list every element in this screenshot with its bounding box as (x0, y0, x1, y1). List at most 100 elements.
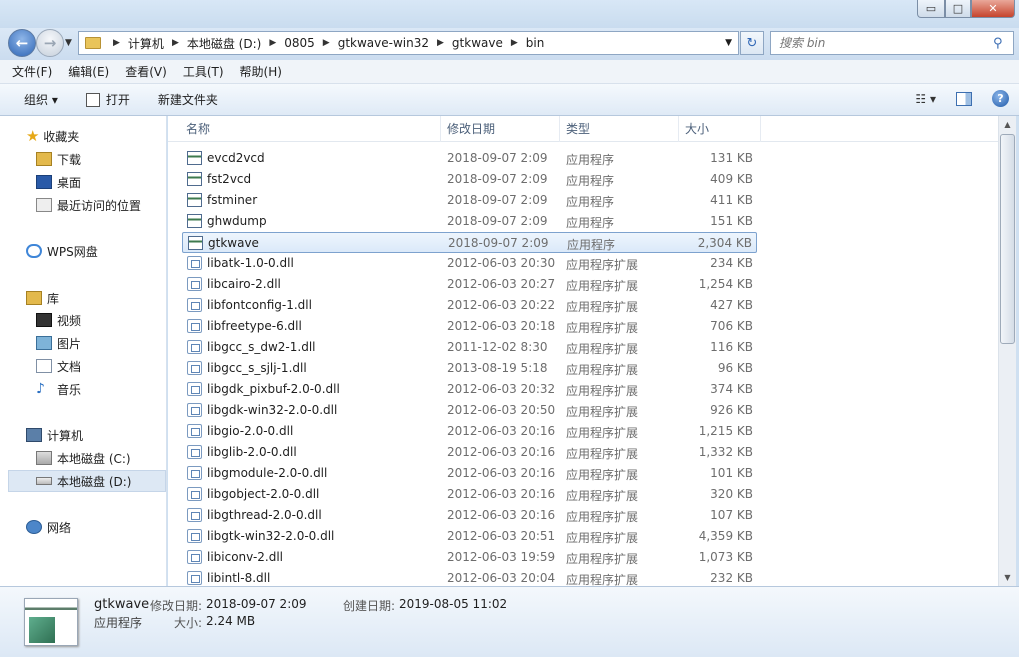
breadcrumb-0805[interactable]: 0805 (284, 36, 315, 50)
file-row[interactable]: libgcc_s_sjlj-1.dll 2013-08-19 5:18 应用程序扩展… (182, 358, 757, 379)
nav-recent[interactable]: 最近访问的位置 (36, 194, 141, 216)
recent-pages-dropdown[interactable]: ▼ (65, 38, 72, 48)
nav-network[interactable]: 网络 (26, 516, 71, 538)
nav-favorites[interactable]: ★ 收藏夹 (26, 125, 79, 147)
search-icon[interactable]: ⚲ (993, 36, 1013, 51)
nav-libraries[interactable]: 库 (26, 287, 59, 309)
file-name: libgthread-2.0-0.dll (207, 508, 322, 522)
open-label: 打开 (105, 93, 130, 107)
nav-computer[interactable]: 计算机 (26, 424, 83, 446)
view-options-button[interactable]: ☷ ▾ (915, 92, 936, 106)
file-row[interactable]: fstminer 2018-09-07 2:09 应用程序 411 KB (182, 190, 757, 211)
address-dropdown-icon[interactable]: ▼ (725, 38, 732, 48)
nav-downloads[interactable]: 下载 (36, 148, 81, 170)
file-row[interactable]: libintl-8.dll 2012-06-03 20:04 应用程序扩展 232 K… (182, 568, 757, 586)
file-size: 706 KB (710, 319, 753, 333)
vertical-scrollbar[interactable]: ▲ ▼ (998, 116, 1016, 586)
forward-button[interactable]: → (36, 29, 64, 57)
file-name: libintl-8.dll (207, 571, 271, 585)
file-row[interactable]: libiconv-2.dll 2012-06-03 19:59 应用程序扩展 1,07… (182, 547, 757, 568)
details-file-name: gtkwave (94, 597, 150, 612)
address-row: ← → ▼ ▶ 计算机 ▶ 本地磁盘 (D:) ▶ 0805 ▶ gtkwave… (0, 28, 1019, 60)
nav-drive-d[interactable]: 本地磁盘 (D:) (8, 470, 166, 492)
file-name: libcairo-2.dll (207, 277, 281, 291)
breadcrumb-gtkwave-win32[interactable]: gtkwave-win32 (338, 36, 429, 50)
column-type[interactable]: 类型 (560, 116, 679, 142)
file-row[interactable]: libgcc_s_dw2-1.dll 2011-12-02 8:30 应用程序扩展 1… (182, 337, 757, 358)
minimize-button[interactable]: ▭ (917, 0, 945, 18)
search-box[interactable]: ⚲ (770, 31, 1014, 55)
application-icon (187, 151, 202, 165)
file-size: 101 KB (710, 466, 753, 480)
details-size-label: 大小: (174, 616, 203, 630)
file-row[interactable]: ghwdump 2018-09-07 2:09 应用程序 151 KB (182, 211, 757, 232)
nav-wps-cloud[interactable]: WPS网盘 (26, 240, 98, 262)
dll-file-icon (187, 361, 202, 375)
file-row[interactable]: libcairo-2.dll 2012-06-03 20:27 应用程序扩展 1,25… (182, 274, 757, 295)
breadcrumb-drive-d[interactable]: 本地磁盘 (D:) (187, 35, 261, 52)
back-button[interactable]: ← (8, 29, 36, 57)
file-row[interactable]: libglib-2.0-0.dll 2012-06-03 20:16 应用程序扩展 1… (182, 442, 757, 463)
file-row[interactable]: libfontconfig-1.dll 2012-06-03 20:22 应用程序扩… (182, 295, 757, 316)
cloud-icon (26, 244, 42, 258)
navigation-pane: ★ 收藏夹 下载 桌面 最近访问的位置 WPS网盘 库 视频 图片 文档 ♪ 音乐… (0, 116, 167, 586)
file-row[interactable]: libatk-1.0-0.dll 2012-06-03 20:30 应用程序扩展 23… (182, 253, 757, 274)
nav-drive-c[interactable]: 本地磁盘 (C:) (36, 447, 131, 469)
music-icon: ♪ (36, 381, 45, 397)
scroll-up-icon[interactable]: ▲ (999, 116, 1016, 133)
file-row[interactable]: libgobject-2.0-0.dll 2012-06-03 20:16 应用程序… (182, 484, 757, 505)
details-created-label: 创建日期: (343, 599, 396, 613)
open-button[interactable]: 打开 (85, 91, 130, 108)
refresh-button[interactable]: ↻ (740, 31, 764, 55)
dll-file-icon (187, 445, 202, 459)
close-button[interactable]: ✕ (971, 0, 1015, 18)
file-row[interactable]: libgtk-win32-2.0-0.dll 2012-06-03 20:51 应用… (182, 526, 757, 547)
file-name: libgcc_s_sjlj-1.dll (207, 361, 307, 375)
star-icon: ★ (26, 127, 40, 145)
nav-desktop[interactable]: 桌面 (36, 171, 81, 193)
file-size: 116 KB (710, 340, 753, 354)
file-name: libgtk-win32-2.0-0.dll (207, 529, 335, 543)
file-name: libfreetype-6.dll (207, 319, 302, 333)
menu-view[interactable]: 查看(V) (125, 63, 167, 80)
file-row[interactable]: gtkwave 2018-09-07 2:09 应用程序 2,304 KB (182, 232, 757, 253)
scroll-down-icon[interactable]: ▼ (999, 569, 1016, 586)
new-folder-button[interactable]: 新建文件夹 (158, 91, 218, 108)
nav-documents[interactable]: 文档 (36, 355, 81, 377)
scroll-thumb[interactable] (1000, 134, 1015, 344)
refresh-icon: ↻ (746, 35, 758, 51)
dll-file-icon (187, 424, 202, 438)
file-row[interactable]: libgdk-win32-2.0-0.dll 2012-06-03 20:50 应用… (182, 400, 757, 421)
file-row[interactable]: libfreetype-6.dll 2012-06-03 20:18 应用程序扩展 7… (182, 316, 757, 337)
file-size: 96 KB (717, 361, 753, 375)
column-date[interactable]: 修改日期 (441, 116, 560, 142)
file-date: 2011-12-02 8:30 (447, 340, 548, 354)
file-date: 2012-06-03 20:16 (447, 487, 556, 501)
maximize-button[interactable]: □ (945, 0, 971, 18)
nav-music[interactable]: ♪ 音乐 (36, 378, 81, 400)
menu-tools[interactable]: 工具(T) (183, 63, 224, 80)
menu-edit[interactable]: 编辑(E) (68, 63, 109, 80)
file-row[interactable]: evcd2vcd 2018-09-07 2:09 应用程序 131 KB (182, 148, 757, 169)
menu-help[interactable]: 帮助(H) (240, 63, 282, 80)
file-row[interactable]: libgmodule-2.0-0.dll 2012-06-03 20:16 应用程序… (182, 463, 757, 484)
breadcrumb-bin[interactable]: bin (526, 36, 545, 50)
menu-file[interactable]: 文件(F) (12, 63, 52, 80)
organize-button[interactable]: 组织 ▾ (24, 91, 58, 108)
file-date: 2012-06-03 20:16 (447, 424, 556, 438)
breadcrumb-computer[interactable]: 计算机 (128, 35, 164, 52)
help-icon[interactable]: ? (992, 90, 1009, 107)
address-bar[interactable]: ▶ 计算机 ▶ 本地磁盘 (D:) ▶ 0805 ▶ gtkwave-win32… (78, 31, 739, 55)
file-name: ghwdump (207, 214, 267, 228)
nav-videos[interactable]: 视频 (36, 309, 81, 331)
file-row[interactable]: libgthread-2.0-0.dll 2012-06-03 20:16 应用程序… (182, 505, 757, 526)
column-size[interactable]: 大小 (679, 116, 761, 142)
search-input[interactable] (779, 36, 993, 50)
nav-pictures[interactable]: 图片 (36, 332, 81, 354)
preview-pane-icon[interactable] (956, 91, 972, 106)
file-row[interactable]: libgdk_pixbuf-2.0-0.dll 2012-06-03 20:32 应… (182, 379, 757, 400)
breadcrumb-gtkwave[interactable]: gtkwave (452, 36, 503, 50)
file-row[interactable]: fst2vcd 2018-09-07 2:09 应用程序 409 KB (182, 169, 757, 190)
file-type: 应用程序扩展 (566, 321, 639, 335)
file-row[interactable]: libgio-2.0-0.dll 2012-06-03 20:16 应用程序扩展 1,… (182, 421, 757, 442)
